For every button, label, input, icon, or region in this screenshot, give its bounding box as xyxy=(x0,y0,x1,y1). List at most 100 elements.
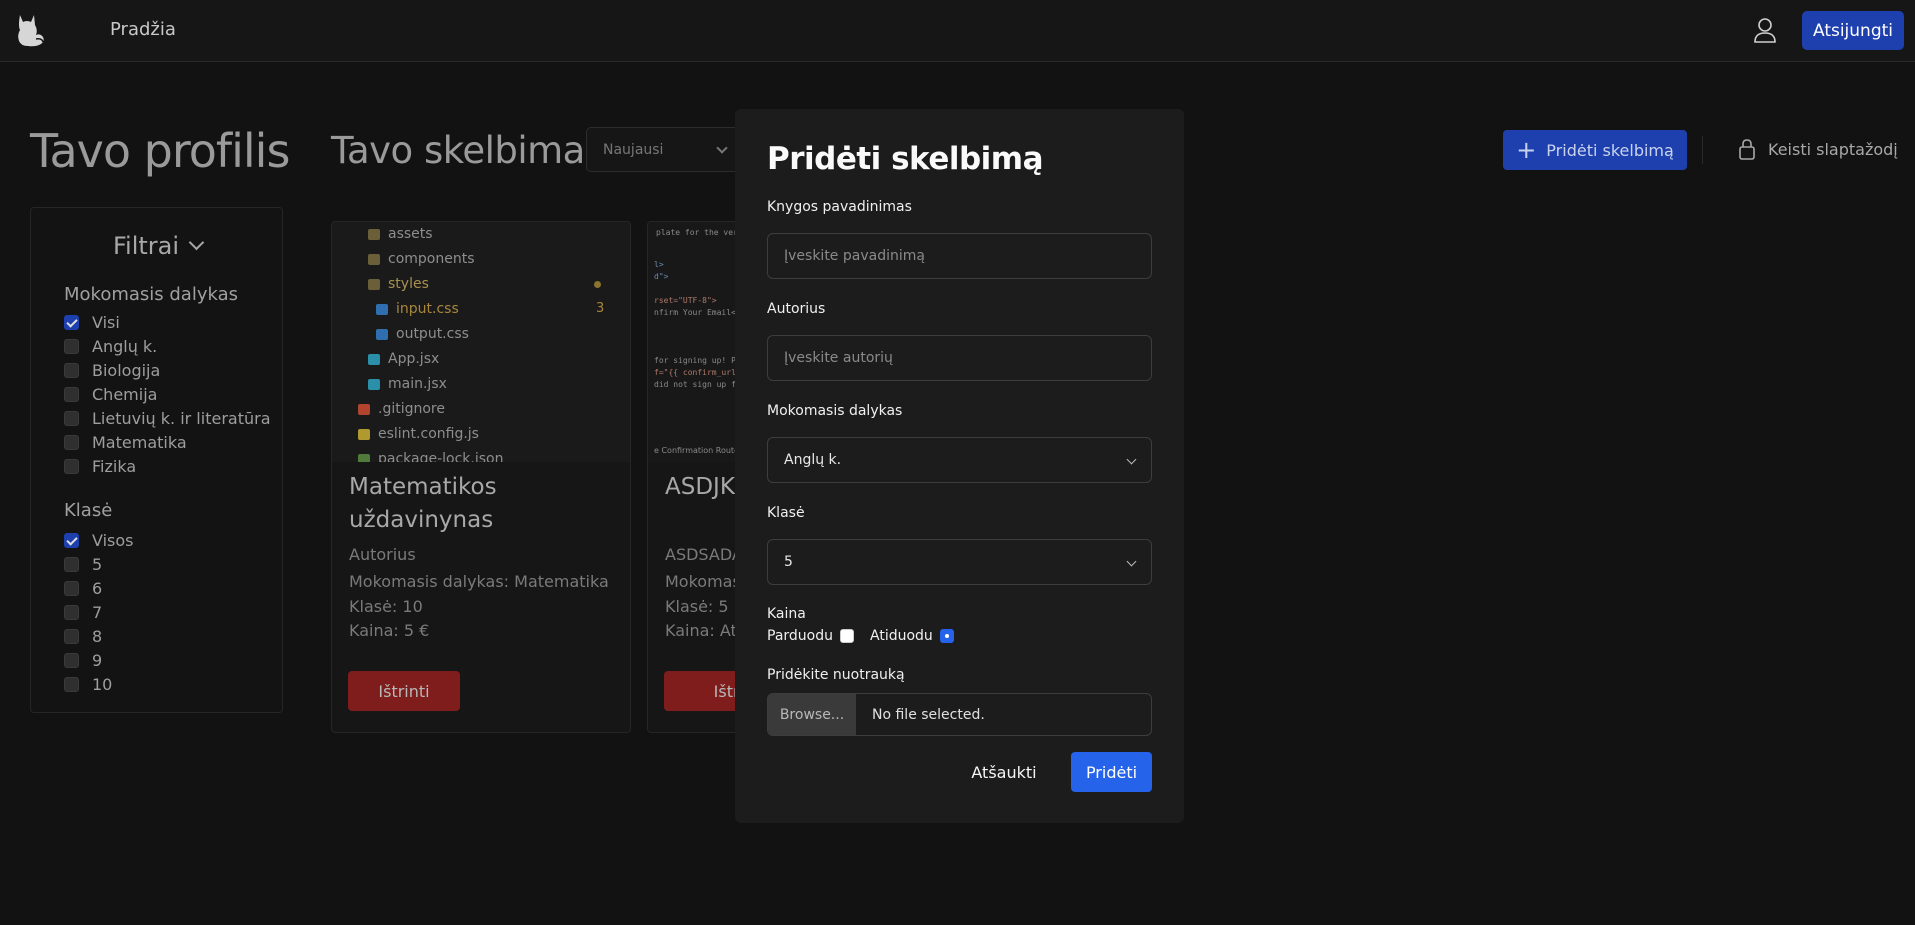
checkbox[interactable] xyxy=(64,314,79,330)
listing-grade: Klasė: 5 xyxy=(665,597,729,616)
filters-toggle[interactable]: Filtrai xyxy=(31,232,284,260)
change-password-label: Keisti slaptažodį xyxy=(1768,139,1898,159)
grade-filter-8[interactable]: 8 xyxy=(64,625,102,647)
grade-filter-6[interactable]: 6 xyxy=(64,577,102,599)
filter-label: Matematika xyxy=(92,432,187,452)
logout-button[interactable]: Atsijungti xyxy=(1802,11,1904,50)
tree-row: components xyxy=(368,251,475,267)
code-line: did not sign up fo xyxy=(654,380,741,389)
grade-filter-title: Klasė xyxy=(64,500,113,521)
checkbox[interactable] xyxy=(64,532,79,548)
listing-price: Kaina: 5 € xyxy=(349,621,430,640)
grade-filter-visos[interactable]: Visos xyxy=(64,529,134,551)
grade-label: Klasė xyxy=(767,505,805,521)
book-name-label: Knygos pavadinimas xyxy=(767,199,912,215)
cat-logo-icon[interactable] xyxy=(14,13,46,47)
user-icon[interactable] xyxy=(1752,16,1778,44)
delete-button[interactable]: Ištrinti xyxy=(348,671,460,711)
listing-price: Kaina: Ati xyxy=(665,621,742,640)
subject-filter-visi[interactable]: Visi xyxy=(64,311,120,333)
giveaway-checkbox[interactable] xyxy=(939,629,954,643)
grade-filter-5[interactable]: 5 xyxy=(64,553,102,575)
checkbox[interactable] xyxy=(64,458,79,474)
code-line: rset="UTF-8"> xyxy=(654,296,717,305)
photo-label: Pridėkite nuotrauką xyxy=(767,667,905,683)
divider xyxy=(1702,136,1703,164)
checkbox[interactable] xyxy=(64,362,79,378)
grade-filter-7[interactable]: 7 xyxy=(64,601,102,623)
listing-title: Matematikos uždavinynas xyxy=(349,474,497,533)
subject-filter-matematika[interactable]: Matematika xyxy=(64,431,187,453)
checkbox[interactable] xyxy=(64,676,79,692)
chevron-down-icon xyxy=(716,142,728,154)
price-options: Parduodu Atiduodu xyxy=(767,628,970,644)
subject-select[interactable]: Anglų k. xyxy=(767,437,1152,483)
checkbox[interactable] xyxy=(64,556,79,572)
sell-label: Parduodu xyxy=(767,628,833,644)
filter-label: Anglų k. xyxy=(92,336,158,356)
tree-row: assets xyxy=(368,226,433,242)
filter-label: Fizika xyxy=(92,456,137,476)
subject-filter-chemija[interactable]: Chemija xyxy=(64,383,157,405)
filter-label: Visos xyxy=(92,530,134,550)
grade-filter-9[interactable]: 9 xyxy=(64,649,102,671)
page-title: Tavo profilis xyxy=(30,124,290,178)
add-listing-button[interactable]: + Pridėti skelbimą xyxy=(1503,130,1687,170)
subject-value: Anglų k. xyxy=(784,452,842,468)
tree-row: .gitignore xyxy=(358,401,445,417)
cancel-button[interactable]: Atšaukti xyxy=(963,752,1045,792)
filter-label: Visi xyxy=(92,312,120,332)
sell-checkbox[interactable] xyxy=(840,629,854,643)
subject-filter-biologija[interactable]: Biologija xyxy=(64,359,160,381)
code-line: f="{{ confirm_url } xyxy=(654,368,746,377)
listing-subject: Mokomasis dalykas: Matematika xyxy=(349,572,609,591)
author-label: Autorius xyxy=(767,301,826,317)
listing-subject: Mokomas xyxy=(665,572,741,591)
tree-row: main.jsx xyxy=(368,376,447,392)
filters-title: Filtrai xyxy=(112,232,180,260)
submit-button[interactable]: Pridėti xyxy=(1071,752,1152,792)
book-name-input[interactable]: Įveskite pavadinimą xyxy=(767,233,1152,279)
checkbox[interactable] xyxy=(64,604,79,620)
checkbox[interactable] xyxy=(64,580,79,596)
checkbox[interactable] xyxy=(64,434,79,450)
checkbox[interactable] xyxy=(64,628,79,644)
change-password-button[interactable]: Keisti slaptažodį xyxy=(1738,138,1898,160)
book-name-placeholder: Įveskite pavadinimą xyxy=(784,248,925,264)
checkbox[interactable] xyxy=(64,410,79,426)
author-placeholder: Įveskite autorių xyxy=(784,350,893,366)
code-line: nfirm Your Email</ xyxy=(654,308,741,317)
subject-filter-fizika[interactable]: Fizika xyxy=(64,455,136,477)
checkbox[interactable] xyxy=(64,652,79,668)
checkbox[interactable] xyxy=(64,386,79,402)
filter-label: 8 xyxy=(92,626,103,646)
tree-row: eslint.config.js xyxy=(358,426,479,442)
checkbox[interactable] xyxy=(64,338,79,354)
sort-value: Naujausi xyxy=(603,142,664,158)
grade-filter-10[interactable]: 10 xyxy=(64,673,112,695)
author-input[interactable]: Įveskite autorių xyxy=(767,335,1152,381)
delete-button[interactable]: Ištri xyxy=(664,671,744,711)
photo-file-input[interactable]: Browse... No file selected. xyxy=(767,693,1152,736)
grade-value: 5 xyxy=(784,554,793,570)
modal-title: Pridėti skelbimą xyxy=(767,141,1044,177)
modified-dot-icon xyxy=(594,281,601,288)
filter-label: 7 xyxy=(92,602,103,622)
subject-filter-lietuviu[interactable]: Lietuvių k. ir literatūra xyxy=(64,407,271,429)
nav-home-link[interactable]: Pradžia xyxy=(110,19,176,40)
listing-card: assets components styles input.css outpu… xyxy=(331,221,631,733)
subject-label: Mokomasis dalykas xyxy=(767,403,903,419)
filter-label: 6 xyxy=(92,578,103,598)
browse-button[interactable]: Browse... xyxy=(768,694,856,735)
tree-row: output.css xyxy=(376,326,469,342)
plus-icon: + xyxy=(1516,136,1537,164)
listing-image: assets components styles input.css outpu… xyxy=(332,222,630,462)
grade-select[interactable]: 5 xyxy=(767,539,1152,585)
code-line: l> xyxy=(654,260,664,269)
filter-label: 9 xyxy=(92,650,103,670)
filter-label: 5 xyxy=(92,554,103,574)
tree-row: input.css xyxy=(376,301,459,317)
subject-filter-anglu[interactable]: Anglų k. xyxy=(64,335,157,357)
tree-row: styles xyxy=(368,276,429,292)
sort-select[interactable]: Naujausi xyxy=(586,127,741,172)
